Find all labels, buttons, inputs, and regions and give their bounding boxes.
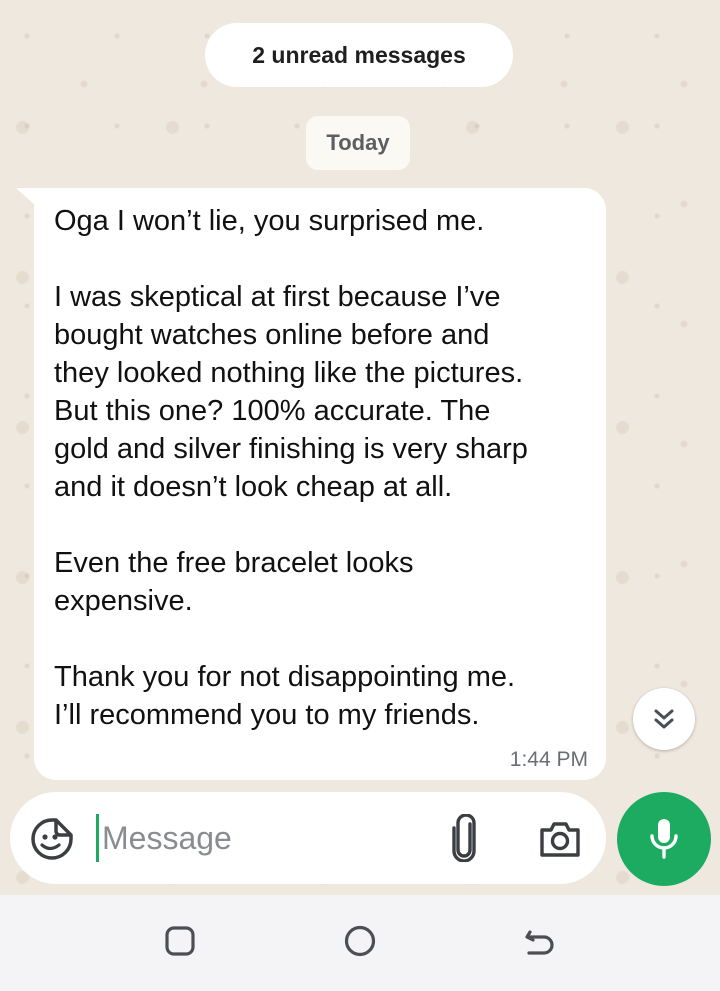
message-paragraph: Oga I won’t lie, you surprised me. <box>54 205 485 237</box>
message-paragraph: Thank you for not disappointing me. I’ll… <box>54 661 516 731</box>
message-composer <box>10 792 606 884</box>
paperclip-icon[interactable] <box>447 814 481 862</box>
unread-messages-banner: 2 unread messages <box>205 23 513 87</box>
sticker-icon[interactable] <box>30 817 74 861</box>
message-paragraph: Even the free bracelet looks expensive. <box>54 547 414 617</box>
text-cursor <box>96 814 99 862</box>
double-chevron-down-icon <box>654 709 674 729</box>
incoming-message-bubble[interactable]: Oga I won’t lie, you surprised me. I was… <box>34 188 606 780</box>
message-input[interactable] <box>102 814 432 862</box>
home-icon[interactable] <box>340 921 380 961</box>
unread-messages-label: 2 unread messages <box>252 41 466 68</box>
microphone-icon <box>650 819 678 859</box>
back-icon[interactable] <box>518 921 558 961</box>
date-label: Today <box>326 130 390 155</box>
scroll-to-bottom-button[interactable] <box>633 688 695 750</box>
message-bubble-tail <box>16 188 36 206</box>
message-timestamp: 1:44 PM <box>509 748 588 771</box>
message-paragraph: I was skeptical at first because I’ve bo… <box>54 281 528 503</box>
voice-message-button[interactable] <box>617 792 711 886</box>
recents-icon[interactable] <box>160 921 200 961</box>
date-separator: Today <box>306 116 410 170</box>
camera-icon[interactable] <box>538 819 582 859</box>
system-navigation-bar <box>0 895 720 991</box>
